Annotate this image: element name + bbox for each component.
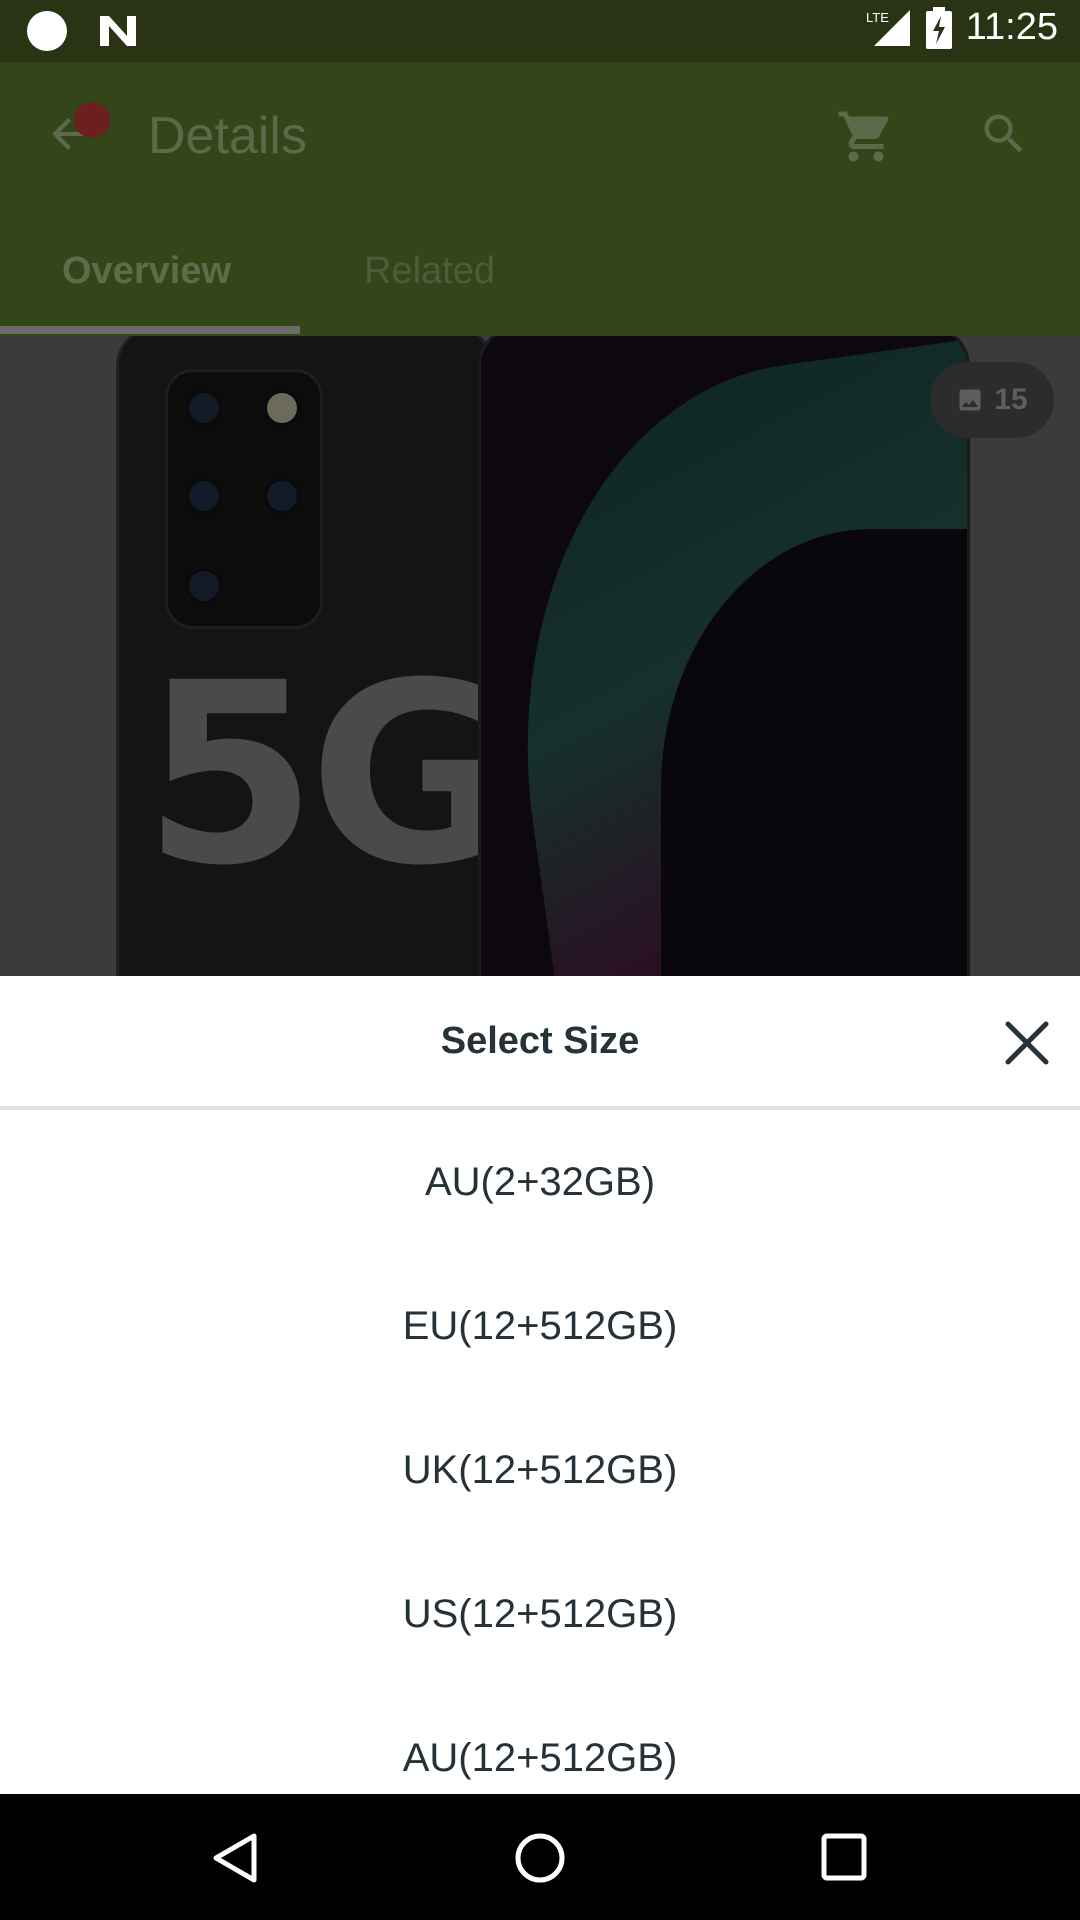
- size-option[interactable]: US(12+512GB): [0, 1542, 1080, 1686]
- close-icon[interactable]: [1004, 1020, 1050, 1066]
- page-title: Details: [148, 107, 307, 165]
- navigation-bar: [0, 1794, 1080, 1920]
- tab-indicator: [0, 326, 300, 334]
- select-size-sheet: Select Size AU(2+32GB) EU(12+512GB) UK(1…: [0, 976, 1080, 1794]
- phone-front-graphic: [478, 336, 970, 976]
- image-icon: [959, 389, 981, 411]
- sheet-title: Select Size: [440, 1020, 640, 1062]
- recents-square-icon[interactable]: [820, 1832, 868, 1882]
- sheet-header: Select Size: [0, 976, 1080, 1106]
- size-option[interactable]: UK(12+512GB): [0, 1398, 1080, 1542]
- gallery-count-badge[interactable]: 15: [930, 362, 1054, 438]
- gallery-count: 15: [994, 383, 1028, 416]
- svg-text:LTE: LTE: [866, 10, 889, 25]
- camera-module-graphic: [165, 369, 323, 629]
- size-option[interactable]: AU(2+32GB): [0, 1110, 1080, 1254]
- product-image[interactable]: 5G: [0, 336, 1080, 976]
- size-option[interactable]: AU(12+512GB): [0, 1686, 1080, 1794]
- tab-overview[interactable]: Overview: [62, 250, 231, 293]
- app-bar: Details: [0, 62, 1080, 206]
- size-option-list: AU(2+32GB) EU(12+512GB) UK(12+512GB) US(…: [0, 1110, 1080, 1794]
- home-circle-icon[interactable]: [514, 1832, 566, 1884]
- status-bar: LTE 11:25: [0, 0, 1080, 62]
- clock: 11:25: [965, 6, 1058, 48]
- notification-circle-icon: [27, 11, 67, 51]
- tab-bar: Overview Related: [0, 206, 1080, 336]
- n-app-icon: [100, 16, 136, 46]
- battery-charging-icon: [925, 6, 952, 49]
- tab-related[interactable]: Related: [364, 250, 495, 293]
- lte-signal-icon: LTE: [866, 9, 910, 46]
- cart-icon[interactable]: [836, 106, 896, 162]
- phone-back-graphic: 5G: [116, 336, 514, 976]
- notification-dot: [74, 102, 110, 138]
- size-option[interactable]: EU(12+512GB): [0, 1254, 1080, 1398]
- search-icon[interactable]: [978, 108, 1030, 160]
- phone-5g-text: 5G: [143, 629, 514, 920]
- back-triangle-icon[interactable]: [210, 1832, 260, 1884]
